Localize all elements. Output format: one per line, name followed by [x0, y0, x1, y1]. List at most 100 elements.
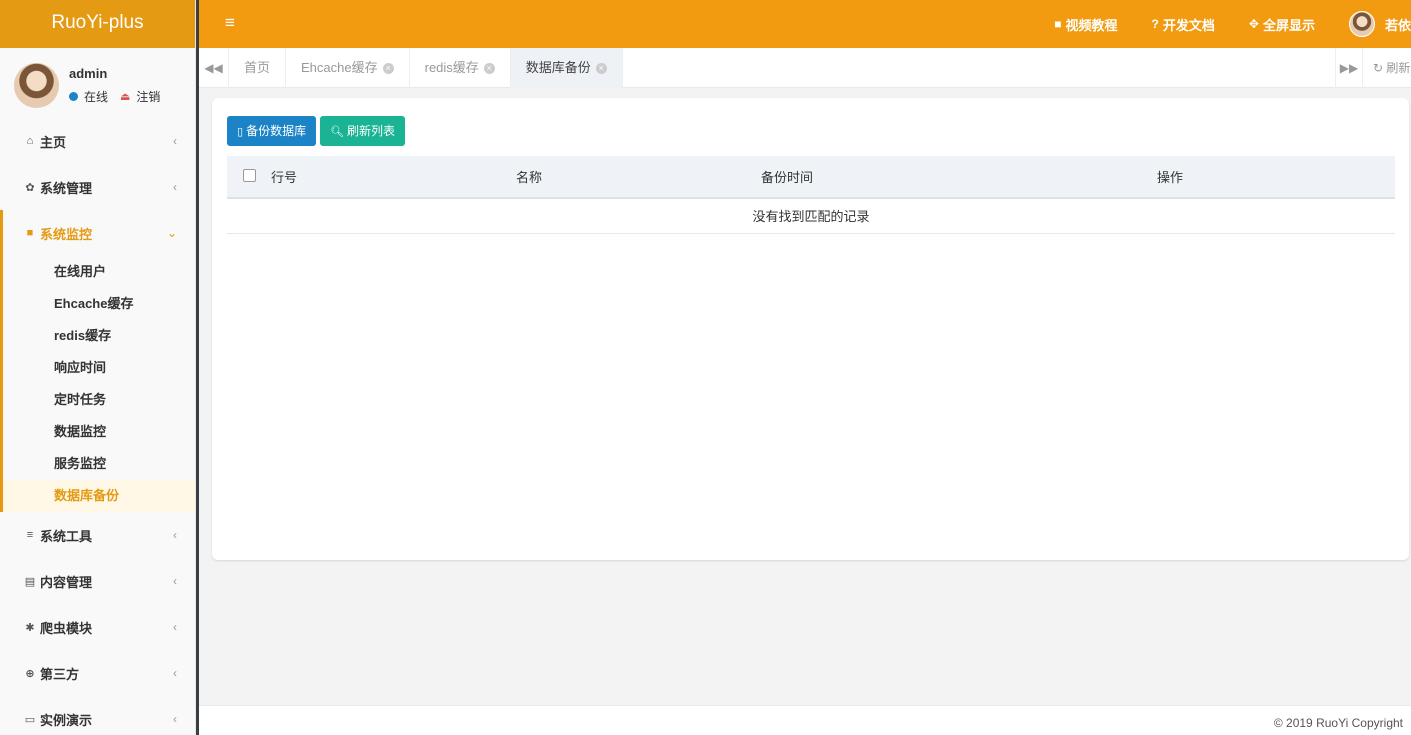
table-header-row: 行号 名称 备份时间 操作	[227, 156, 1395, 199]
main-content: ▯ 备份数据库 🔍︎ 刷新列表 行号 名称 备份时间 操作 没有找到匹配的记录	[199, 88, 1411, 705]
top-nav-links: ■ 视频教程 ? 开发文档 ✥ 全屏显示 若依	[1020, 0, 1411, 48]
close-icon[interactable]: ×	[382, 63, 394, 75]
refresh-icon: ↻	[1373, 61, 1384, 75]
submenu-item-service-monitor[interactable]: 服务监控	[3, 448, 195, 480]
chevron-left-icon: ‹	[173, 528, 177, 542]
sidebar-item-crawler[interactable]: ✱ 爬虫模块 ‹	[0, 604, 195, 650]
table-row: 没有找到匹配的记录	[227, 198, 1395, 234]
select-all-cell	[227, 156, 271, 199]
tab-label: redis缓存	[424, 60, 479, 75]
menu-toggle-icon[interactable]: ≡	[225, 13, 235, 33]
submenu-item-online-users[interactable]: 在线用户	[3, 256, 195, 288]
fullscreen-link[interactable]: ✥ 全屏显示	[1249, 15, 1315, 34]
gear-icon: ✿	[25, 181, 35, 194]
tab-redis[interactable]: redis缓存 ×	[410, 48, 511, 88]
user-status: 在线 ⏏ 注销	[69, 88, 160, 105]
column-header-name[interactable]: 名称	[516, 156, 761, 199]
life-ring-icon: ⊕	[25, 667, 35, 680]
content-panel: ▯ 备份数据库 🔍︎ 刷新列表 行号 名称 备份时间 操作 没有找到匹配的记录	[212, 98, 1409, 560]
chevron-left-icon: ‹	[173, 134, 177, 148]
mobile-icon: ▯	[237, 126, 244, 138]
top-navbar: ≡ ■ 视频教程 ? 开发文档 ✥ 全屏显示 若依	[199, 0, 1411, 48]
fullscreen-label: 全屏显示	[1262, 17, 1315, 33]
footer: © 2019 RuoYi Copyright	[199, 705, 1411, 735]
tab-ehcache[interactable]: Ehcache缓存 ×	[286, 48, 410, 88]
sidebar-item-label: 实例演示	[40, 712, 93, 728]
user-name: admin	[69, 66, 108, 81]
search-icon: 🔍︎	[330, 126, 345, 138]
chevron-left-icon: ‹	[173, 180, 177, 194]
tabs-refresh-button[interactable]: ↻ 刷新	[1362, 48, 1411, 88]
backup-database-button[interactable]: ▯ 备份数据库	[227, 116, 317, 146]
user-menu[interactable]: 若依	[1348, 11, 1411, 37]
logout-icon[interactable]: ⏏	[120, 90, 130, 103]
submenu-item-ehcache[interactable]: Ehcache缓存	[3, 288, 195, 320]
sidebar-item-third-party[interactable]: ⊕ 第三方 ‹	[0, 650, 195, 696]
chevron-left-icon: ‹	[173, 712, 177, 726]
question-circle-icon: ?	[1151, 17, 1159, 31]
video-tutorial-label: 视频教程	[1065, 17, 1118, 33]
copyright-text: © 2019 RuoYi Copyright	[1273, 716, 1403, 730]
user-panel: admin 在线 ⏏ 注销	[0, 48, 195, 118]
column-header-row-number[interactable]: 行号	[271, 156, 516, 199]
tab-home[interactable]: 首页	[229, 48, 287, 88]
sidebar-item-demo[interactable]: ▭ 实例演示 ‹	[0, 696, 195, 735]
empty-table-message: 没有找到匹配的记录	[227, 198, 1395, 234]
sidebar-item-home[interactable]: ⌂ 主页 ‹	[0, 118, 195, 164]
tabs-refresh-label: 刷新	[1386, 61, 1411, 75]
sidebar-item-label: 内容管理	[40, 574, 93, 590]
sidebar-item-system-monitor[interactable]: ■ 系统监控 ⌄	[3, 210, 195, 256]
backup-database-label: 备份数据库	[246, 124, 307, 138]
list-icon: ≡	[26, 529, 34, 541]
tabs-scroll-left-icon[interactable]: ◀◀	[199, 48, 229, 88]
brand-logo[interactable]: RuoYi-plus	[0, 0, 195, 48]
tab-label: 首页	[244, 60, 271, 75]
select-all-checkbox[interactable]	[242, 168, 256, 182]
page-tabs-bar: ◀◀ 首页 Ehcache缓存 × redis缓存 × 数据库备份 × ▶▶ ↻ 刷新	[199, 48, 1411, 88]
submenu-item-scheduled-tasks[interactable]: 定时任务	[3, 384, 195, 416]
sidebar-item-label: 系统管理	[40, 180, 93, 196]
sidebar-item-label: 爬虫模块	[40, 620, 93, 636]
chevron-left-icon: ‹	[173, 666, 177, 680]
video-tutorial-link[interactable]: ■ 视频教程	[1054, 15, 1117, 34]
tab-label: 数据库备份	[525, 60, 591, 75]
submenu-item-data-monitor[interactable]: 数据监控	[3, 416, 195, 448]
sidebar-item-label: 系统监控	[40, 226, 93, 242]
tab-db-backup[interactable]: 数据库备份 ×	[510, 48, 623, 88]
chevron-left-icon: ‹	[173, 620, 177, 634]
sidebar: RuoYi-plus admin 在线 ⏏ 注销 ⌂ 主页 ‹ ✿ 系统管理 ‹…	[0, 0, 196, 735]
sidebar-item-system-tools[interactable]: ≡ 系统工具 ‹	[0, 512, 195, 558]
id-card-icon: ▤	[24, 575, 36, 588]
submenu-item-redis[interactable]: redis缓存	[3, 320, 195, 352]
video-camera-icon: ■	[26, 227, 34, 239]
submenu-item-db-backup[interactable]: 数据库备份	[3, 480, 195, 512]
online-status-label: 在线	[84, 90, 109, 104]
submenu-item-response-time[interactable]: 响应时间	[3, 352, 195, 384]
table-toolbar: ▯ 备份数据库 🔍︎ 刷新列表	[227, 116, 409, 146]
sidebar-item-content-management[interactable]: ▤ 内容管理 ‹	[0, 558, 195, 604]
video-camera-icon: ■	[1054, 17, 1062, 31]
online-status-icon	[69, 92, 78, 101]
close-icon[interactable]: ×	[483, 63, 495, 75]
sidebar-item-label: 主页	[40, 134, 67, 150]
refresh-list-button[interactable]: 🔍︎ 刷新列表	[320, 116, 406, 146]
logout-link[interactable]: 注销	[136, 88, 160, 105]
tabs-scroll-right-icon[interactable]: ▶▶	[1335, 48, 1362, 88]
top-username: 若依	[1384, 17, 1411, 33]
column-header-actions[interactable]: 操作	[1157, 156, 1395, 199]
dev-docs-label: 开发文档	[1162, 17, 1215, 33]
chevron-down-icon: ⌄	[166, 226, 177, 240]
dev-docs-link[interactable]: ? 开发文档	[1152, 15, 1215, 34]
user-avatar[interactable]	[14, 63, 59, 108]
column-header-backup-time[interactable]: 备份时间	[761, 156, 1157, 199]
backup-table: 行号 名称 备份时间 操作 没有找到匹配的记录	[227, 156, 1395, 234]
expand-icon: ✥	[1248, 17, 1259, 31]
sidebar-item-system-management[interactable]: ✿ 系统管理 ‹	[0, 164, 195, 210]
tab-label: Ehcache缓存	[301, 60, 378, 75]
sidebar-menu: ⌂ 主页 ‹ ✿ 系统管理 ‹ ■ 系统监控 ⌄ 在线用户 Ehcache缓存 …	[0, 118, 195, 735]
sidebar-group-system-monitor: ■ 系统监控 ⌄ 在线用户 Ehcache缓存 redis缓存 响应时间 定时任…	[0, 210, 195, 512]
sidebar-item-label: 系统工具	[40, 528, 93, 544]
window-icon: ▭	[24, 713, 36, 726]
chevron-left-icon: ‹	[173, 574, 177, 588]
close-icon[interactable]: ×	[595, 63, 607, 75]
